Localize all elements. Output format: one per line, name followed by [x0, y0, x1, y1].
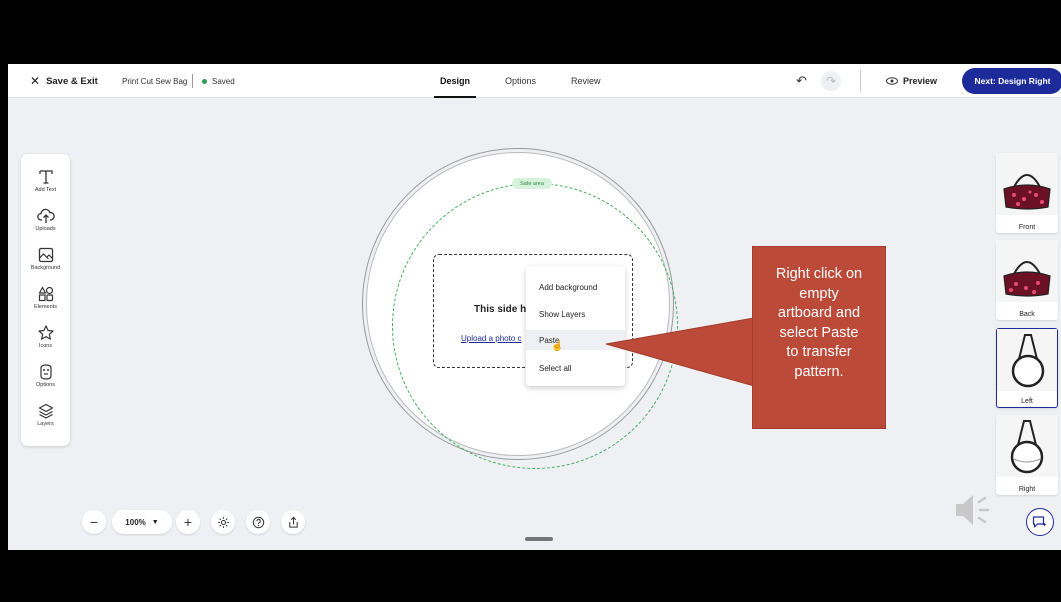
assistant-chat-button[interactable] — [1026, 508, 1054, 536]
tool-uploads[interactable]: Uploads — [21, 207, 70, 232]
undo-icon: ↶ — [796, 73, 807, 88]
callout-line: select Paste — [779, 324, 859, 341]
callout-line: pattern. — [794, 363, 844, 380]
callout-line: Right click on — [775, 266, 863, 282]
upload-photo-link[interactable]: Upload a photo c — [461, 334, 522, 343]
next-design-right-button[interactable]: Next: Design Right — [962, 68, 1061, 94]
menu-item-select-all[interactable]: Select all — [526, 358, 625, 378]
tool-background[interactable]: Background — [21, 246, 70, 271]
menu-item-show-layers[interactable]: Show Layers — [526, 304, 625, 324]
safe-area-badge: Safe area — [512, 178, 552, 189]
gear-icon — [217, 516, 229, 528]
background-icon — [38, 247, 53, 263]
preview-button[interactable]: Preview — [886, 64, 937, 98]
redo-button[interactable]: ↷ — [821, 64, 841, 98]
star-icon — [37, 325, 54, 340]
divider — [192, 74, 193, 88]
saved-label: Saved — [212, 76, 235, 86]
tool-icons[interactable]: Icons — [21, 324, 70, 349]
project-name[interactable]: Print Cut Sew Bag — [122, 64, 187, 98]
bag-left-image — [997, 329, 1057, 391]
upload-cloud-icon — [36, 208, 55, 223]
tool-label: Layers — [37, 421, 54, 427]
tool-label: Uploads — [35, 226, 56, 232]
thumbnail-label: Back — [1019, 311, 1035, 318]
tool-layers[interactable]: Layers — [21, 402, 70, 427]
share-button[interactable] — [281, 510, 305, 534]
instruction-callout: Right click on empty artboard and select… — [752, 246, 886, 429]
caret-down-icon: ▼ — [151, 518, 159, 526]
bag-right-image — [996, 415, 1058, 477]
help-button[interactable] — [246, 510, 270, 534]
tool-elements[interactable]: Elements — [21, 285, 70, 310]
tab-options[interactable]: Options — [505, 64, 536, 98]
zoom-in-button[interactable]: + — [176, 510, 200, 534]
help-icon — [252, 516, 264, 528]
tool-label: Options — [36, 382, 55, 388]
minus-icon: − — [89, 514, 99, 530]
thumbnail-right[interactable]: Right — [996, 415, 1058, 495]
layers-icon — [38, 403, 53, 419]
bag-front-image — [996, 153, 1058, 215]
preview-label: Preview — [903, 76, 938, 86]
redo-icon: ↷ — [821, 71, 841, 91]
zoom-level-value: 100% — [125, 517, 146, 527]
hand-cursor-icon: ☝ — [551, 341, 564, 352]
tool-label: Icons — [38, 343, 53, 349]
tool-add-text[interactable]: Add Text — [21, 168, 70, 193]
zoom-out-button[interactable]: − — [82, 510, 106, 534]
context-menu: Add background Show Layers Paste Select … — [526, 266, 625, 386]
speaker-icon[interactable] — [952, 490, 998, 530]
thumbnail-front[interactable]: Front — [996, 153, 1058, 233]
zoom-level-select[interactable]: 100% ▼ — [112, 510, 172, 534]
plus-icon: + — [183, 514, 193, 530]
shapes-icon — [37, 286, 53, 302]
menu-item-paste[interactable]: Paste — [526, 330, 625, 350]
callout-line: empty — [799, 285, 839, 302]
options-icon — [39, 364, 52, 380]
divider — [860, 70, 861, 92]
thumbnail-label: Front — [1018, 224, 1036, 231]
save-exit-button[interactable]: ✕ Save & Exit — [30, 64, 98, 98]
thumbnail-left[interactable]: Left — [996, 328, 1058, 408]
tool-label: Elements — [34, 304, 57, 310]
placeholder-heading: This side h — [474, 304, 527, 315]
text-icon — [38, 170, 53, 184]
saved-dot-icon — [202, 78, 207, 84]
design-editor: ✕ Save & Exit Print Cut Sew Bag Saved De… — [8, 64, 1061, 550]
settings-button[interactable] — [211, 510, 235, 534]
tool-options[interactable]: Options — [21, 363, 70, 388]
top-bar: ✕ Save & Exit Print Cut Sew Bag Saved De… — [8, 64, 1061, 98]
callout-line: artboard and — [777, 305, 861, 321]
share-icon — [288, 516, 298, 528]
eye-icon — [886, 77, 898, 85]
bag-back-image — [996, 240, 1058, 302]
thumbnail-label: Right — [1018, 486, 1036, 493]
tab-review[interactable]: Review — [571, 64, 601, 98]
callout-line: to transfer — [786, 344, 852, 360]
left-toolbar: Add Text Uploads Background Elements Ico… — [21, 154, 70, 446]
saved-status: Saved — [202, 64, 235, 98]
thumbnail-back[interactable]: Back — [996, 240, 1058, 320]
bottom-drawer-handle[interactable] — [525, 537, 553, 541]
save-exit-label: Save & Exit — [46, 75, 98, 87]
menu-item-add-background[interactable]: Add background — [526, 277, 625, 297]
thumbnail-label: Left — [1021, 398, 1033, 405]
tool-label: Background — [30, 265, 61, 271]
tab-design[interactable]: Design — [433, 64, 477, 98]
chat-sparkle-icon — [1032, 516, 1047, 528]
close-icon: ✕ — [30, 74, 41, 88]
tool-label: Add Text — [34, 187, 57, 193]
undo-button[interactable]: ↶ — [796, 64, 807, 98]
